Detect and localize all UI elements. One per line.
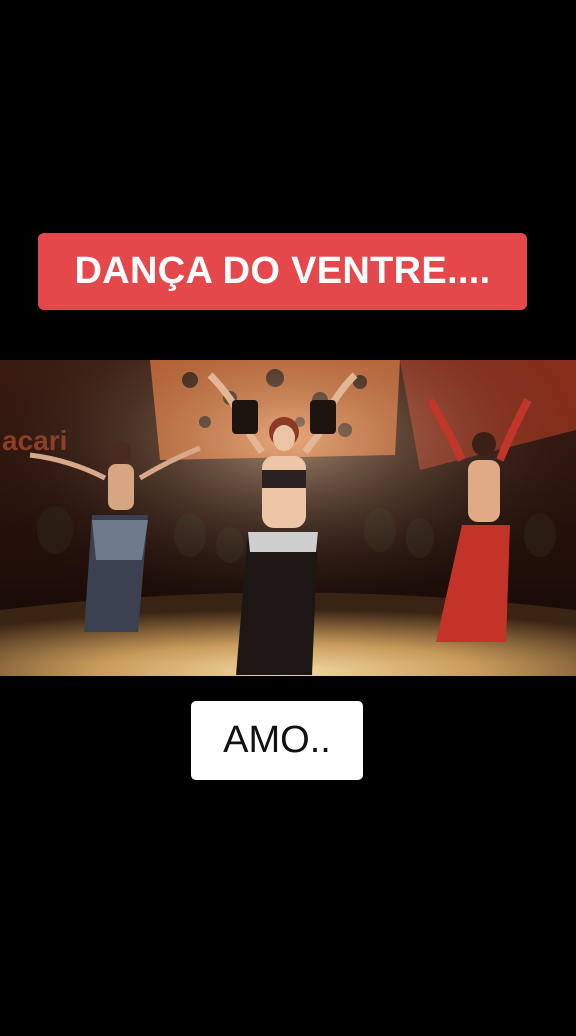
- subtitle-caption-text: AMO..: [223, 719, 331, 761]
- subtitle-caption: AMO..: [191, 701, 363, 780]
- video-frame[interactable]: acari: [0, 360, 576, 676]
- video-post-screen: DANÇA DO VENTRE.... AMO..: [0, 0, 576, 1036]
- video-still-image: acari: [0, 360, 576, 676]
- title-caption-text: DANÇA DO VENTRE....: [74, 250, 491, 292]
- title-caption: DANÇA DO VENTRE....: [38, 233, 527, 310]
